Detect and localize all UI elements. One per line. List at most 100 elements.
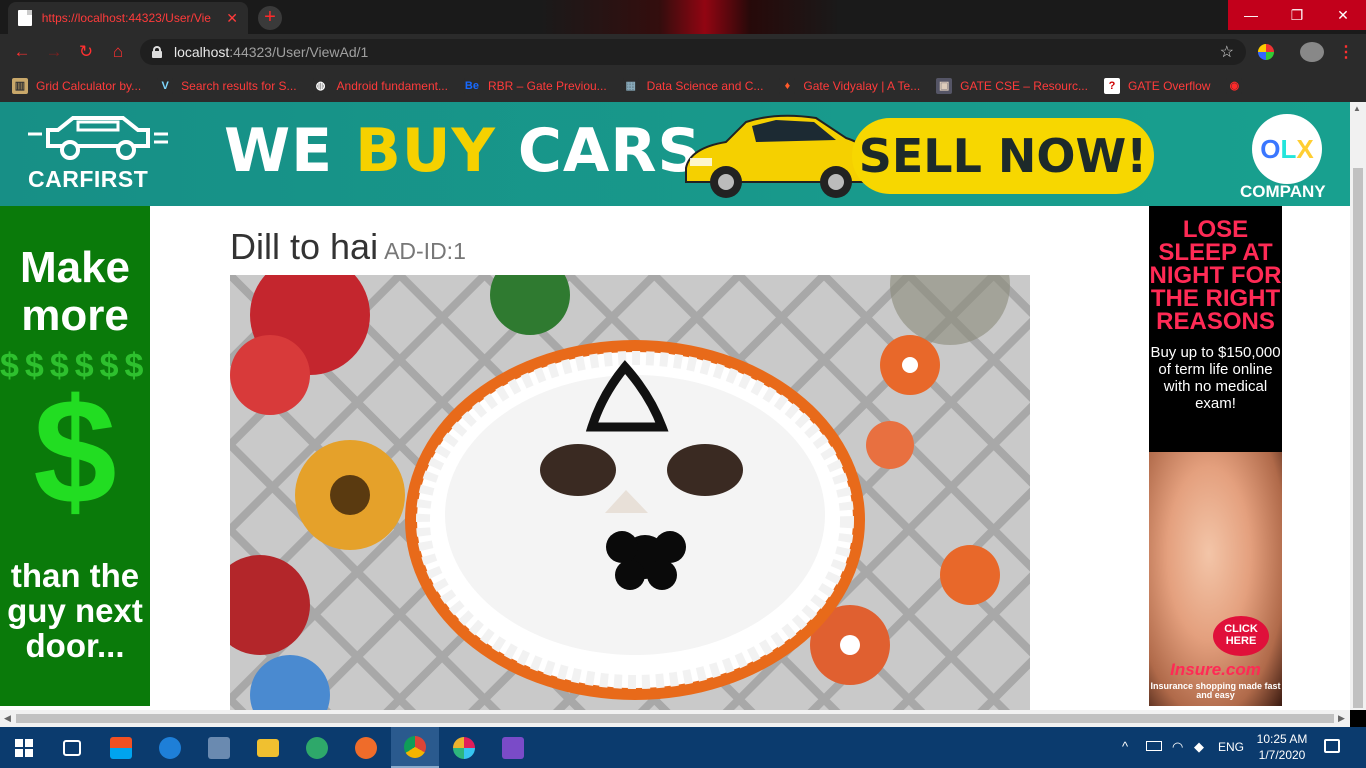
bookmark-label: Android fundament... bbox=[336, 79, 448, 93]
tray-chevron-icon[interactable]: ^ bbox=[1122, 739, 1128, 754]
tab-close-icon[interactable]: ✕ bbox=[226, 10, 238, 27]
data-science-icon: ▦ bbox=[622, 78, 639, 94]
circle-red-icon: ◉ bbox=[1226, 78, 1243, 94]
window-minimize-button[interactable]: — bbox=[1228, 0, 1274, 30]
clock-time: 10:25 AM bbox=[1256, 732, 1308, 746]
bookmark-item[interactable]: ▥ Grid Calculator by... bbox=[12, 78, 141, 94]
carfirst-brand: CARFIRST bbox=[28, 166, 149, 192]
forward-button[interactable]: → bbox=[44, 42, 64, 62]
virtualbox-icon[interactable] bbox=[195, 727, 243, 768]
banner-headline-buy: BUY bbox=[355, 116, 496, 186]
right-skyscraper-ad[interactable]: LOSE SLEEP AT NIGHT FOR THE RIGHT REASON… bbox=[1149, 206, 1282, 706]
right-ad-brand: Insure.com bbox=[1170, 660, 1261, 679]
atom-icon[interactable] bbox=[293, 727, 341, 768]
scroll-up-icon[interactable]: ▲ bbox=[1353, 104, 1361, 113]
car-outline-icon bbox=[28, 116, 168, 160]
bookmark-item[interactable]: V Search results for S... bbox=[157, 78, 297, 94]
notifications-icon[interactable] bbox=[1324, 739, 1340, 753]
banner-headline: WE BUY CARS bbox=[224, 116, 702, 186]
language-indicator[interactable]: ENG bbox=[1218, 740, 1244, 754]
bookmark-item[interactable]: ▣ GATE CSE – Resourc... bbox=[936, 78, 1088, 94]
start-icon[interactable] bbox=[0, 727, 48, 768]
windows-taskbar: ^ ◠ ◆ ENG 10:25 AM 1/7/2020 bbox=[0, 727, 1366, 768]
dropbox-icon[interactable]: ◆ bbox=[1194, 739, 1204, 755]
banner-headline-cars: CARS bbox=[495, 116, 702, 186]
wifi-icon[interactable]: ◠ bbox=[1172, 739, 1183, 755]
olx-company-label: COMPANY bbox=[1240, 182, 1326, 201]
bookmark-item[interactable]: ◍ Android fundament... bbox=[312, 78, 448, 94]
profile-avatar[interactable] bbox=[1300, 42, 1324, 62]
vertical-scrollbar[interactable]: ▲ bbox=[1350, 102, 1366, 710]
clock[interactable]: 10:25 AM 1/7/2020 bbox=[1252, 731, 1312, 763]
globe-icon: ◍ bbox=[312, 78, 329, 94]
lock-icon[interactable] bbox=[152, 46, 162, 58]
bookmark-label: Search results for S... bbox=[181, 79, 297, 93]
store-icon[interactable] bbox=[97, 727, 145, 768]
bookmark-label: Data Science and C... bbox=[646, 79, 764, 93]
behance-icon: Be bbox=[463, 78, 480, 94]
file-explorer-icon[interactable] bbox=[244, 727, 292, 768]
sell-now-button[interactable]: SELL NOW! bbox=[852, 118, 1154, 194]
browser-tab[interactable]: https://localhost:44323/User/Vie ✕ bbox=[8, 2, 248, 34]
window-close-button[interactable]: ✕ bbox=[1320, 0, 1366, 30]
bookmarks-bar: ▥ Grid Calculator by... V Search results fo… bbox=[0, 70, 1366, 102]
banner-headline-we: WE bbox=[224, 116, 356, 186]
address-bar[interactable]: localhost:44323/User/ViewAd/1 ☆ bbox=[140, 39, 1246, 65]
olx-letter-o: O bbox=[1260, 134, 1281, 164]
new-tab-button[interactable]: + bbox=[258, 6, 282, 30]
task-view-icon[interactable] bbox=[48, 727, 96, 768]
browser-toolbar: ← → ↻ ⌂ localhost:44323/User/ViewAd/1 ☆ bbox=[0, 34, 1366, 70]
battery-icon[interactable] bbox=[1146, 741, 1162, 751]
scroll-left-icon[interactable]: ◀ bbox=[4, 713, 11, 724]
back-button[interactable]: ← bbox=[12, 42, 32, 62]
bookmark-label: Gate Vidyalay | A Te... bbox=[803, 79, 921, 93]
url-host: localhost bbox=[174, 44, 230, 60]
bookmark-label: GATE Overflow bbox=[1127, 79, 1211, 93]
extension-icon[interactable] bbox=[1258, 44, 1274, 60]
scroll-right-icon[interactable]: ▶ bbox=[1338, 713, 1345, 724]
window-maximize-button[interactable]: ❐ bbox=[1274, 0, 1320, 30]
reload-button[interactable]: ↻ bbox=[76, 42, 96, 62]
horizontal-scrollbar[interactable]: ◀ ▶ bbox=[0, 710, 1350, 727]
ad-cake-image bbox=[230, 275, 1030, 710]
yellow-car-image bbox=[685, 114, 873, 198]
right-ad-tagline: Insurance shopping made fast and easy bbox=[1150, 681, 1281, 700]
right-ad-click-here-button[interactable]: CLICK HERE bbox=[1213, 616, 1269, 656]
bookmark-item[interactable]: ♦ Gate Vidyalay | A Te... bbox=[779, 78, 920, 94]
top-banner-ad[interactable]: CARFIRST WE BUY CARS SELL NOW! OLX COMPA… bbox=[0, 102, 1350, 206]
edge-icon[interactable] bbox=[146, 727, 194, 768]
clock-date: 1/7/2020 bbox=[1258, 748, 1306, 762]
wallpaper-strip bbox=[540, 0, 840, 34]
left-skyscraper-ad[interactable]: $$$$$$$$$$$$$$$$$$$$$$$$$$$$$ $ Make mor… bbox=[0, 206, 150, 706]
right-ad-headline: LOSE SLEEP AT NIGHT FOR THE RIGHT REASON… bbox=[1149, 216, 1282, 335]
bookmark-label: RBR – Gate Previou... bbox=[487, 79, 607, 93]
browser-title-bar: https://localhost:44323/User/Vie ✕ + — ❐… bbox=[0, 0, 1366, 34]
horizontal-scroll-thumb[interactable] bbox=[16, 714, 1334, 723]
url-path: :44323/User/ViewAd/1 bbox=[229, 44, 369, 60]
gate-overflow-icon: ? bbox=[1103, 78, 1120, 94]
bookmark-star-icon[interactable]: ☆ bbox=[1220, 42, 1234, 62]
slack-icon[interactable] bbox=[440, 727, 488, 768]
vertical-scroll-thumb[interactable] bbox=[1353, 168, 1363, 708]
olx-letter-l: L bbox=[1280, 134, 1297, 164]
bulb-icon: ♦ bbox=[779, 78, 796, 94]
bookmark-item[interactable]: ▦ Data Science and C... bbox=[622, 78, 764, 94]
visual-studio-icon[interactable] bbox=[489, 727, 537, 768]
page-icon bbox=[18, 10, 32, 26]
bookmark-item[interactable]: ? GATE Overflow bbox=[1103, 78, 1211, 94]
chrome-icon[interactable] bbox=[391, 727, 439, 768]
postman-icon[interactable] bbox=[342, 727, 390, 768]
left-ad-top-text: Make more bbox=[19, 243, 131, 340]
left-ad-bottom-text: than the guy next door... bbox=[7, 557, 143, 664]
bookmark-item[interactable]: ◉ bbox=[1226, 78, 1250, 94]
browser-menu-icon[interactable]: ⋮ bbox=[1338, 42, 1354, 62]
bookmark-label: Grid Calculator by... bbox=[36, 79, 142, 93]
grid-calculator-icon: ▥ bbox=[12, 78, 28, 94]
ad-title-text: Dill to hai bbox=[230, 226, 379, 267]
bookmark-item[interactable]: Be RBR – Gate Previou... bbox=[463, 78, 607, 94]
big-dollar-icon: $ bbox=[33, 367, 117, 535]
home-button[interactable]: ⌂ bbox=[108, 42, 128, 62]
right-ad-subtext: Buy up to $150,000 of term life online w… bbox=[1150, 344, 1281, 412]
tab-title: https://localhost:44323/User/Vie bbox=[41, 11, 211, 25]
olx-letter-x: X bbox=[1296, 134, 1314, 164]
